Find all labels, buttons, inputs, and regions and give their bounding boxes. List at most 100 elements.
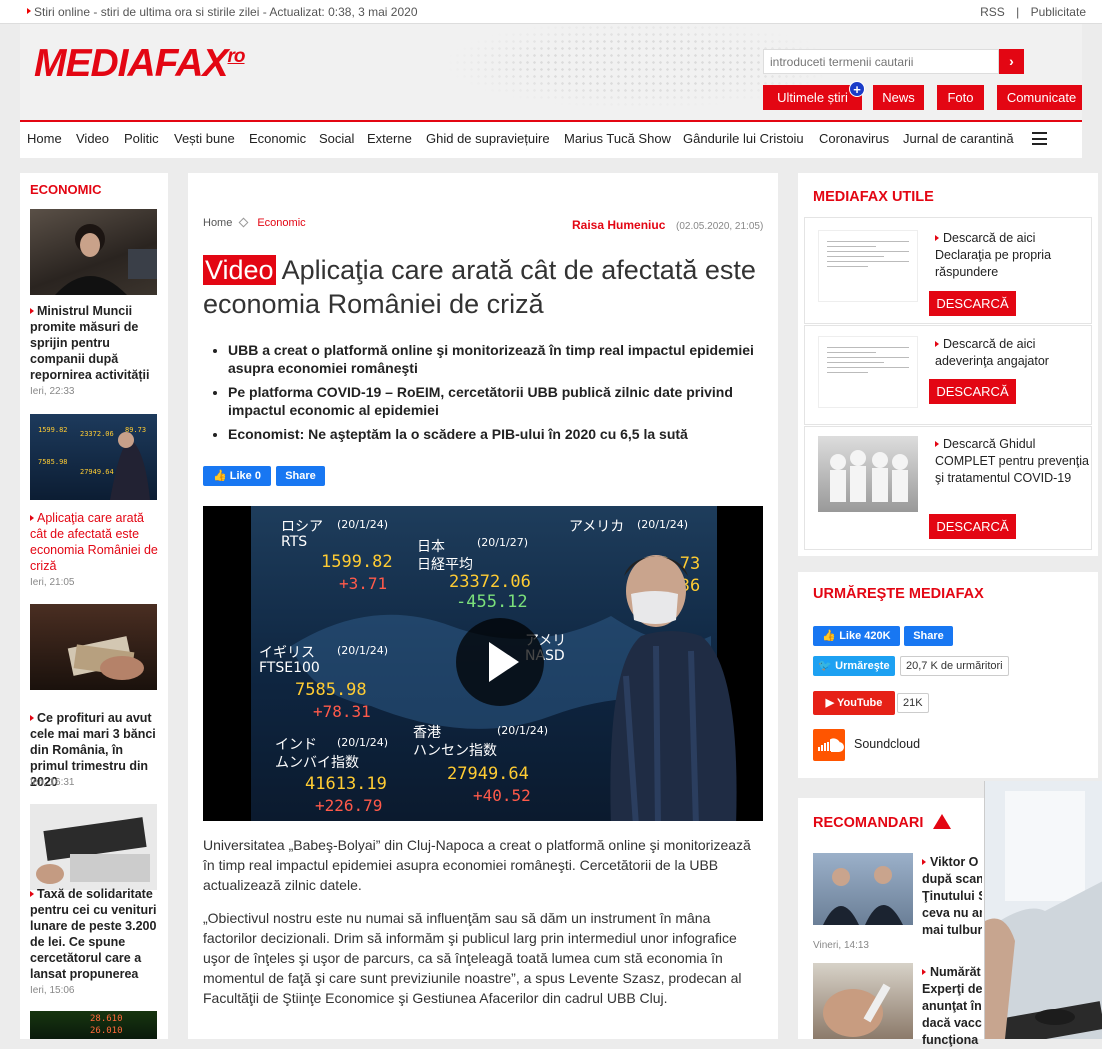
facebook-like-button[interactable]: 👍 Like 0 (203, 466, 271, 486)
youtube-subscriber-count: 21K (897, 693, 929, 713)
news-link[interactable]: Taxă de solidaritate pentru cei cu venit… (30, 886, 158, 982)
arrow-icon (935, 235, 939, 241)
news-thumbnail[interactable] (30, 209, 157, 295)
video-value: -455.12 (456, 592, 528, 612)
stock-ticker-photo: 28.610 26.010 (90, 1014, 123, 1036)
download-button[interactable]: DESCARCĂ (929, 379, 1016, 404)
section-title: ECONOMIC (30, 182, 102, 197)
keyboard-photo (36, 817, 150, 884)
press-releases-button[interactable]: Comunicate (997, 85, 1082, 110)
facebook-share-button[interactable]: Share (904, 626, 953, 646)
photo-button[interactable]: Foto (937, 85, 984, 110)
news-link[interactable]: Numărăt Experţi de anunţat în dacă vacci… (922, 964, 982, 1049)
video-label: イギリス (259, 645, 315, 661)
breadcrumb-separator-icon (238, 217, 249, 228)
video-label: ムンバイ指数 (275, 755, 359, 771)
nav-item-externe[interactable]: Externe (367, 131, 412, 146)
article-author[interactable]: Raisa Humeniuc (572, 218, 665, 232)
article-date: (02.05.2020, 21:05) (676, 221, 764, 232)
article: Home Economic Raisa Humeniuc (02.05.2020,… (188, 173, 778, 1039)
breadcrumb-category[interactable]: Economic (257, 217, 305, 229)
medical-staff-photo (818, 436, 918, 512)
news-thumbnail[interactable]: 28.610 26.010 (30, 1011, 157, 1039)
site-tagline: Stiri online - stiri de ultima ora si st… (27, 5, 418, 19)
download-text[interactable]: Descarcă de aici Declaraţia pe propria r… (935, 230, 1090, 281)
masked-man-figure (610, 555, 737, 821)
svg-text:28.610: 28.610 (90, 1014, 123, 1024)
recommendations-title: RECOMANDARI (813, 814, 952, 831)
left-sidebar: ECONOMIC Ministrul Muncii promite măsuri… (20, 173, 168, 1039)
plus-icon[interactable]: + (849, 81, 865, 97)
news-thumbnail[interactable] (30, 804, 157, 890)
article-paragraph: „Obiectivul nostru este nu numai să infl… (203, 910, 742, 1006)
nav-item-vesti-bune[interactable]: Vești bune (174, 131, 235, 146)
news-time: Ieri, 15:06 (30, 985, 75, 996)
video-label: ロシア (281, 519, 323, 535)
video-label: 日経平均 (417, 557, 473, 573)
soundcloud-link[interactable]: Soundcloud (854, 737, 920, 751)
news-time: Ieri, 21:05 (30, 577, 75, 588)
nav-item-marius-tuca[interactable]: Marius Tucă Show (564, 131, 671, 146)
video-value: 27949.64 (447, 764, 529, 784)
breadcrumb-home[interactable]: Home (203, 217, 232, 229)
svg-text:27949.64: 27949.64 (80, 468, 114, 476)
download-text[interactable]: Descarcă Ghidul COMPLET pentru prevenţia… (935, 436, 1090, 487)
logo-suffix: ro (227, 46, 246, 67)
facebook-like-button[interactable]: 👍 Like 420K (813, 626, 900, 646)
search-input[interactable] (763, 49, 999, 74)
news-link-active[interactable]: Aplicaţia care arată cât de afectată est… (30, 510, 158, 574)
download-button[interactable]: DESCARCĂ (929, 291, 1016, 316)
video-label: FTSE100 (259, 660, 320, 676)
nav-item-coronavirus[interactable]: Coronavirus (819, 131, 889, 146)
arrow-icon (922, 969, 926, 975)
top-links: RSS | Publicitate (980, 5, 1086, 19)
mediafax-logo[interactable]: MEDIAFAXro (34, 42, 246, 86)
banknotes-photo (67, 636, 144, 680)
news-link[interactable]: Ministrul Muncii promite măsuri de sprij… (30, 303, 158, 383)
news-thumbnail[interactable] (30, 604, 157, 690)
play-icon[interactable] (456, 618, 544, 706)
news-thumbnail[interactable] (813, 853, 913, 925)
nav-item-ghid[interactable]: Ghid de supraviețuire (426, 131, 550, 146)
nav-item-video[interactable]: Video (76, 131, 109, 146)
video-badge: Video (203, 255, 276, 285)
download-text[interactable]: Descarcă de aici adeverinţa angajator (935, 336, 1090, 370)
news-link[interactable]: Viktor O după scanc Ţinutului S ceva nu … (922, 854, 982, 939)
download-card: Descarcă de aici Declaraţia pe propria r… (804, 217, 1092, 324)
download-card: Descarcă de aici adeverinţa angajator DE… (804, 325, 1092, 425)
floating-ad-overlay[interactable] (984, 781, 1102, 1039)
arrow-icon (30, 715, 34, 721)
download-button[interactable]: DESCARCĂ (929, 514, 1016, 539)
video-player[interactable]: ロシア RTS (20/1/24) 1599.82 +3.71 日本 日経平均 … (203, 506, 763, 821)
nav-item-cristoiu[interactable]: Gândurile lui Cristoiu (683, 131, 804, 146)
search-submit-button[interactable]: › (999, 49, 1024, 74)
twitter-follow-button[interactable]: 🐦 Urmăreşte (813, 656, 895, 676)
nav-item-home[interactable]: Home (27, 131, 62, 146)
advertising-link[interactable]: Publicitate (1031, 5, 1086, 19)
news-time: Vineri, 14:13 (813, 940, 869, 951)
highlight-item: UBB a creat o platformă online şi monito… (228, 341, 758, 377)
video-value: +3.71 (339, 574, 388, 593)
twitter-follower-count: 20,7 K de urmăritori (900, 656, 1009, 676)
news-thumbnail[interactable]: 1599.82 23372.06 89.73 7585.98 27949.64 (30, 414, 157, 500)
nav-item-economic[interactable]: Economic (249, 131, 306, 146)
minister-photo (55, 224, 157, 295)
main-nav: Home Video Politic Vești bune Economic S… (20, 120, 1082, 158)
nav-item-jurnal[interactable]: Jurnal de carantină (903, 131, 1014, 146)
menu-icon[interactable] (1032, 132, 1047, 145)
soundcloud-icon[interactable] (813, 729, 845, 761)
latest-news-button[interactable]: Ultimele știri (763, 85, 862, 110)
video-label: 香港 (413, 725, 441, 741)
nav-item-social[interactable]: Social (319, 131, 354, 146)
video-label: (20/1/24) (337, 644, 388, 657)
stock-board-photo: 1599.82 23372.06 89.737585.9827949.64 (38, 426, 150, 500)
nav-item-politic[interactable]: Politic (124, 131, 159, 146)
youtube-subscribe-button[interactable]: ▶ YouTube (813, 691, 895, 715)
rss-link[interactable]: RSS (980, 5, 1005, 19)
keyboard-desk-image (985, 781, 1102, 1039)
news-button[interactable]: News (873, 85, 924, 110)
video-value: 41613.19 (305, 774, 387, 794)
video-label: インド (275, 737, 317, 753)
facebook-share-button[interactable]: Share (276, 466, 325, 486)
news-thumbnail[interactable] (813, 963, 913, 1039)
